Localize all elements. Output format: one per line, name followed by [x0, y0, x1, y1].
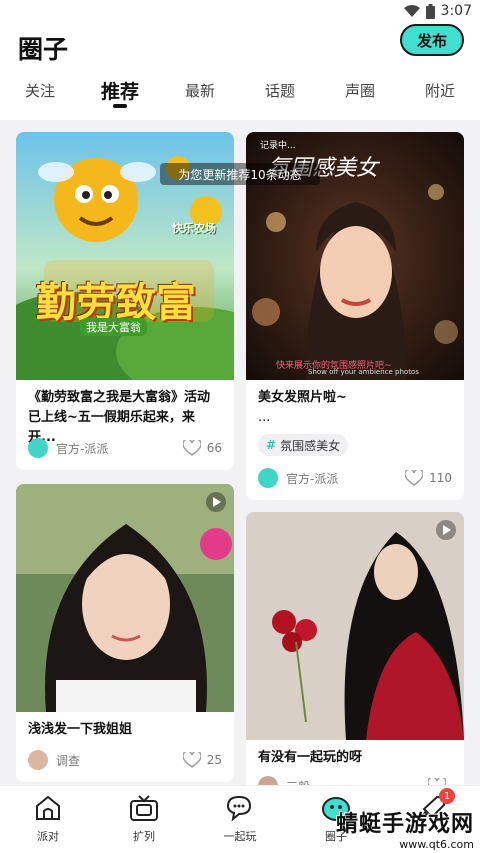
tab-recommend[interactable]: 推荐	[90, 77, 150, 104]
refresh-toast: 为您更新推荐10条动态	[160, 163, 320, 185]
watermark-url: www.qt6.com	[399, 838, 474, 851]
post-title: 有没有一起玩的呀	[258, 750, 363, 765]
author-name[interactable]: 调查	[56, 752, 183, 769]
photo-art	[16, 484, 234, 712]
photo-caption-en: Show off your ambience photos	[308, 368, 419, 376]
author-name[interactable]: 官方-派派	[56, 440, 183, 457]
hash-icon: #	[266, 438, 277, 452]
post-image	[16, 484, 234, 712]
active-tab-indicator	[113, 104, 127, 108]
status-time: 3:07	[440, 3, 472, 19]
post-title: 浅浅发一下我姐姐	[28, 722, 133, 737]
post-meta: 官方-派派 110	[258, 468, 452, 488]
home-icon	[36, 795, 60, 820]
post-card-sister[interactable]: 浅浅发一下我姐姐 调查 25	[16, 484, 234, 782]
like-count: 110	[429, 471, 452, 485]
post-title: 美女发照片啦~	[258, 390, 347, 405]
heart-icon	[428, 778, 446, 785]
nav-label: 扩列	[133, 830, 155, 843]
like-button[interactable]: 66	[182, 440, 222, 456]
tab-nearby[interactable]: 附近	[410, 80, 470, 101]
nav-item-party[interactable]: 派对	[13, 794, 83, 844]
heart-icon	[405, 470, 424, 486]
tab-follow[interactable]: 关注	[10, 80, 70, 101]
watermark: 蜻蜓手游戏网 www.qt6.com	[336, 806, 474, 851]
banner-corner-text: 快乐农场	[172, 222, 216, 235]
heart-icon	[182, 440, 201, 456]
publish-button[interactable]: 发布	[400, 24, 464, 56]
watermark-text: 蜻蜓手游戏网	[335, 812, 474, 837]
tab-bar: 关注 推荐 最新 话题 声圈 附近	[0, 80, 480, 120]
heart-icon	[182, 752, 201, 768]
nav-label: 派对	[37, 830, 59, 843]
nav-item-play-together[interactable]: 一起玩	[205, 794, 275, 844]
avatar[interactable]	[28, 750, 48, 770]
feed[interactable]: 勤劳致富 我是大富翁 快乐农场 《勤劳致富之我是大富翁》活动已上线~五一假期乐起…	[0, 120, 480, 785]
wifi-icon	[403, 5, 420, 17]
tab-topics[interactable]: 话题	[250, 80, 310, 101]
nav-item-expand[interactable]: 扩列	[109, 794, 179, 844]
like-button[interactable]: 25	[182, 752, 222, 768]
topic-tag[interactable]: # 氛围感美女	[258, 434, 349, 456]
avatar[interactable]	[258, 468, 278, 488]
nav-label: 一起玩	[223, 830, 257, 843]
avatar[interactable]	[28, 438, 48, 458]
header: 圈子 发布 关注 推荐 最新 话题 声圈 附近	[0, 24, 480, 120]
post-meta: 调查 25	[28, 750, 222, 770]
avatar[interactable]	[258, 776, 278, 785]
like-count: 66	[206, 441, 222, 455]
post-image	[246, 512, 464, 740]
video-badge	[436, 520, 456, 540]
page-title: 圈子	[18, 35, 69, 64]
author-name[interactable]: 官方-派派	[286, 470, 405, 487]
video-badge	[206, 492, 226, 512]
status-icons: 3:07	[403, 3, 472, 19]
post-title-more: ...	[258, 410, 271, 425]
banner-subtitle: 我是大富翁	[80, 318, 147, 336]
like-button[interactable]	[428, 778, 452, 785]
tab-voice[interactable]: 声圈	[330, 80, 390, 101]
like-button[interactable]: 110	[405, 470, 452, 486]
chat-icon	[226, 795, 252, 822]
post-card-beauty[interactable]: 记录中... 氛围感美女 快来展示你的氛围感照片吧~ Show off your…	[246, 132, 464, 500]
like-count: 25	[206, 753, 222, 767]
battery-icon	[425, 3, 435, 19]
author-name[interactable]: 三般	[286, 778, 428, 786]
status-bar: 3:07	[0, 0, 480, 24]
post-card-play[interactable]: 有没有一起玩的呀 三般	[246, 512, 464, 785]
topic-tag-label: 氛围感美女	[280, 438, 341, 453]
tv-icon	[130, 795, 158, 821]
notification-badge: 1	[439, 788, 455, 804]
post-meta: 官方-派派 66	[28, 438, 222, 458]
photo-art	[246, 512, 464, 740]
tab-latest[interactable]: 最新	[170, 80, 230, 101]
post-meta: 三般	[258, 776, 452, 785]
